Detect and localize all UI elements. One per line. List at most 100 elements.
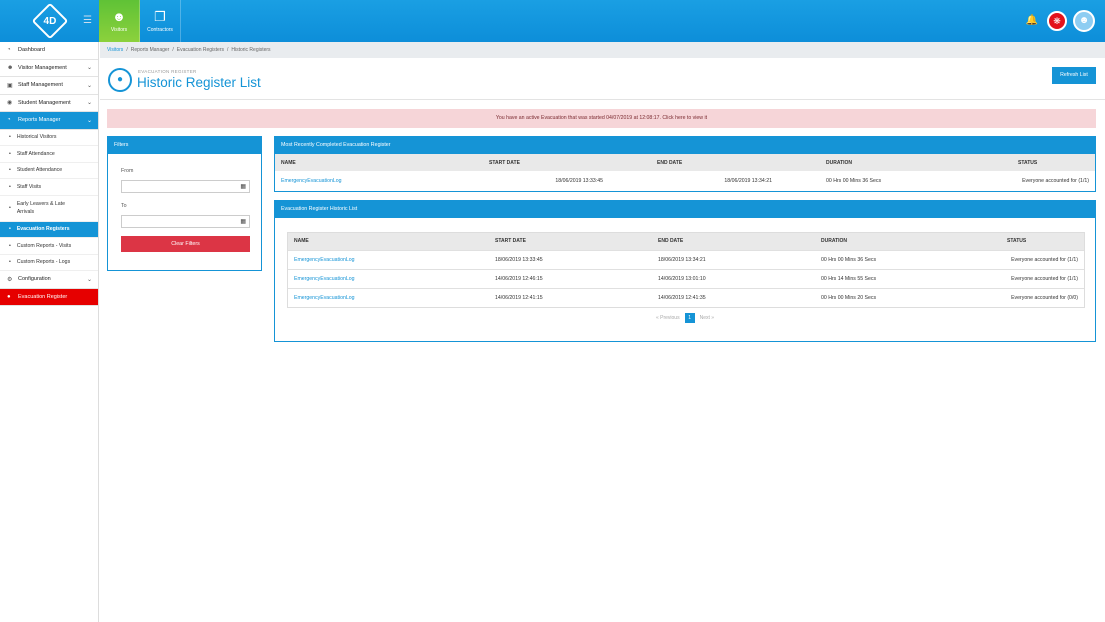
sidebar-subitem-custom-reports-visits[interactable]: • Custom Reports - Visits — [0, 238, 98, 255]
sidebar-subitem-historical-visitors[interactable]: • Historical Visitors — [0, 130, 98, 146]
status-cell: Everyone accounted for (1/1) — [1011, 275, 1078, 282]
sidebar-subitem-label: Early Leavers & Late Arrivals — [16, 201, 65, 215]
sidebar-item-label: Reports Manager — [18, 117, 61, 124]
pagination-next[interactable]: Next » — [700, 315, 714, 321]
clear-filters-button[interactable]: Clear Filters — [121, 236, 250, 252]
bullet-icon: • — [9, 242, 11, 249]
to-label: To — [121, 203, 127, 209]
table-header-row: NAME START DATE END DATE DURATION STATUS — [288, 233, 1084, 250]
bullet-icon: • — [9, 150, 11, 157]
start-date-cell: 14/06/2019 12:46:15 — [495, 275, 543, 282]
sidebar-subitem-early-leavers[interactable]: • Early Leavers & Late Arrivals — [0, 196, 98, 222]
pagination-previous[interactable]: « Previous — [656, 315, 680, 321]
refresh-list-button[interactable]: Refresh List — [1052, 67, 1096, 84]
sidebar-subitem-student-attendance[interactable]: • Student Attendance — [0, 163, 98, 179]
sidebar-subitem-custom-reports-logs[interactable]: • Custom Reports - Logs — [0, 255, 98, 271]
sidebar-item-visitor-management[interactable]: ☻ Visitor Management ⌄ — [0, 60, 98, 77]
from-date-input[interactable]: ▦ — [121, 180, 250, 193]
end-date-cell: 14/06/2019 12:41:35 — [658, 294, 706, 301]
historic-table-wrapper: NAME START DATE END DATE DURATION STATUS… — [287, 232, 1085, 308]
sidebar-subitem-label: Staff Visits — [16, 183, 42, 190]
chevron-down-icon: ⌄ — [86, 82, 92, 89]
active-evacuation-alert[interactable]: You have an active Evacuation that was s… — [107, 109, 1096, 128]
to-date-input[interactable]: ▦ — [121, 215, 250, 228]
calendar-icon[interactable]: ▦ — [240, 218, 246, 225]
breadcrumb-visitors[interactable]: Visitors — [107, 47, 123, 53]
bullet-icon: • — [9, 259, 11, 266]
bell-icon[interactable]: 🔔 — [1023, 12, 1041, 30]
column-header-start-date[interactable]: START DATE — [483, 154, 651, 171]
duration-cell: 00 Hrs 00 Mins 36 Secs — [821, 256, 877, 263]
end-date-cell: 18/06/2019 13:34:21 — [724, 177, 772, 184]
sidebar-subitem-staff-attendance[interactable]: • Staff Attendance — [0, 146, 98, 163]
filters-panel: Filters From ▦ To ▦ Clear Filters — [107, 136, 262, 271]
sidebar-item-label: Visitor Management — [18, 64, 67, 71]
column-header-end-date[interactable]: END DATE — [651, 154, 820, 171]
column-header-duration[interactable]: DURATION — [820, 154, 1012, 171]
bullet-icon: • — [9, 205, 11, 211]
duration-cell: 00 Hrs 00 Mins 36 Secs — [826, 177, 882, 184]
calendar-icon[interactable]: ▦ — [240, 183, 246, 190]
evacuation-drop-icon[interactable]: ❋ — [1047, 11, 1067, 31]
breadcrumb-reports-manager[interactable]: Reports Manager — [131, 47, 170, 53]
sidebar-item-evacuation-register[interactable]: ● Evacuation Register — [0, 288, 98, 306]
sidebar-subitem-label: Staff Attendance — [16, 150, 55, 157]
chevron-down-icon: ⌄ — [86, 100, 92, 107]
status-cell: Everyone accounted for (0/0) — [1011, 294, 1078, 301]
table-header-row: NAME START DATE END DATE DURATION STATUS — [275, 154, 1095, 171]
column-header-name[interactable]: NAME — [275, 154, 483, 171]
sidebar-subitem-label: Historical Visitors — [16, 134, 57, 141]
gear-icon: ⚙ — [7, 276, 13, 283]
sidebar-item-label: Evacuation Register — [18, 293, 68, 300]
bullet-icon: • — [9, 183, 11, 190]
page-title: Historic Register List — [137, 75, 261, 90]
evacuation-drop-icon: ● — [108, 68, 132, 92]
sidebar-item-staff-management[interactable]: ▣ Staff Management ⌄ — [0, 77, 98, 95]
column-header-end-date[interactable]: END DATE — [652, 233, 815, 250]
pagination: « Previous 1 Next » — [275, 313, 1095, 323]
tab-contractors[interactable]: ❐ Contractors — [140, 0, 181, 42]
tab-visitors[interactable]: ☻ Visitors — [99, 0, 140, 42]
start-date-cell: 18/06/2019 13:33:45 — [555, 177, 603, 184]
column-header-duration[interactable]: DURATION — [815, 233, 1001, 250]
column-header-name[interactable]: NAME — [288, 233, 489, 250]
tab-visitors-label: Visitors — [110, 26, 128, 33]
sidebar-item-dashboard[interactable]: ◔ Dashboard — [0, 42, 98, 60]
reports-icon: ◔ — [7, 117, 11, 124]
filters-title: Filters — [108, 137, 261, 154]
log-name-link[interactable]: EmergencyEvacuationLog — [288, 250, 489, 269]
breadcrumb-evacuation-registers[interactable]: Evacuation Registers — [177, 47, 224, 53]
sidebar-subitem-label: Custom Reports - Visits — [16, 242, 72, 249]
sidebar-item-reports-manager[interactable]: ◔ Reports Manager ⌄ — [0, 112, 98, 130]
table-row: EmergencyEvacuationLog 14/06/2019 12:41:… — [288, 288, 1084, 307]
log-name-link[interactable]: EmergencyEvacuationLog — [275, 171, 483, 190]
sidebar-subitem-label: Student Attendance — [16, 167, 63, 174]
log-name-link[interactable]: EmergencyEvacuationLog — [288, 288, 489, 307]
sidebar-subitem-label: Evacuation Registers — [16, 226, 70, 233]
log-name-link[interactable]: EmergencyEvacuationLog — [288, 269, 489, 288]
chevron-down-icon: ⌄ — [86, 117, 92, 124]
breadcrumb-separator: / — [226, 47, 229, 53]
hamburger-menu-icon[interactable]: ☰ — [83, 15, 92, 26]
status-cell: Everyone accounted for (1/1) — [1022, 177, 1089, 184]
user-avatar-icon[interactable]: ☻ — [1073, 10, 1095, 32]
sidebar-subitem-label: Custom Reports - Logs — [16, 259, 71, 266]
column-header-status[interactable]: STATUS — [1012, 154, 1095, 171]
historic-table: NAME START DATE END DATE DURATION STATUS… — [288, 233, 1084, 307]
sidebar-item-student-management[interactable]: ◉ Student Management ⌄ — [0, 95, 98, 112]
sidebar-subitem-staff-visits[interactable]: • Staff Visits — [0, 179, 98, 196]
page-kicker: EVACUATION REGISTER — [138, 69, 197, 74]
bullet-icon: • — [9, 167, 11, 174]
pagination-page-current[interactable]: 1 — [684, 313, 695, 323]
start-date-cell: 14/06/2019 12:41:15 — [495, 294, 543, 301]
recent-register-title: Most Recently Completed Evacuation Regis… — [275, 137, 1095, 154]
sidebar-item-configuration[interactable]: ⚙ Configuration ⌄ — [0, 271, 98, 289]
from-label: From — [121, 168, 134, 174]
duration-cell: 00 Hrs 14 Mins 55 Secs — [821, 275, 877, 282]
column-header-status[interactable]: STATUS — [1001, 233, 1084, 250]
sidebar-subitem-evacuation-registers[interactable]: • Evacuation Registers — [0, 221, 98, 238]
column-header-start-date[interactable]: START DATE — [489, 233, 652, 250]
user-icon: ☻ — [112, 8, 126, 24]
recent-register-table: NAME START DATE END DATE DURATION STATUS… — [275, 154, 1095, 190]
page-header: ● EVACUATION REGISTER Historic Register … — [100, 58, 1105, 100]
